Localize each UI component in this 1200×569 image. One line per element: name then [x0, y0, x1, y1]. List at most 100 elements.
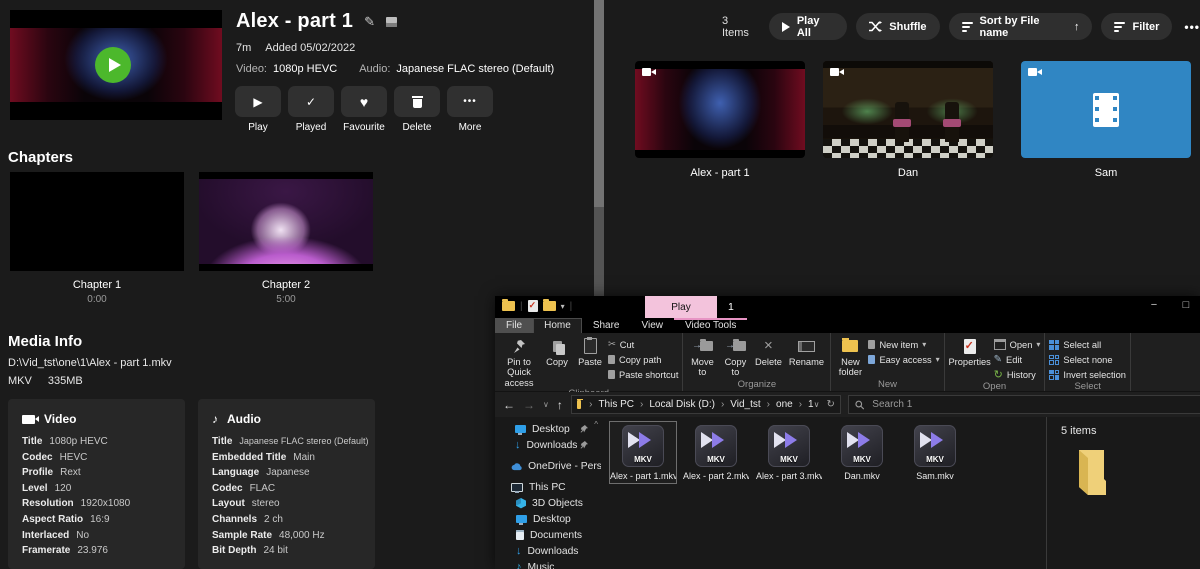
media-poster[interactable] [10, 10, 222, 120]
edit-metadata-icon[interactable]: ✎ [364, 14, 375, 30]
favourite-button[interactable]: ♥ Favourite [341, 86, 387, 133]
detail-panel-scrollbar-thumb[interactable] [594, 0, 604, 207]
mkv-file-icon: MKV [841, 425, 883, 467]
rename-button[interactable]: Rename [786, 335, 826, 367]
copy-path-button[interactable]: Copy path [608, 353, 678, 366]
breadcrumb-one[interactable]: one [776, 399, 793, 410]
play-button[interactable]: ▶ Play [235, 86, 281, 133]
paste-button[interactable]: Paste [575, 335, 605, 367]
breadcrumb-this-pc[interactable]: This PC [598, 399, 634, 410]
tab-home[interactable]: Home [533, 318, 582, 333]
library-item-sam[interactable]: Sam [1021, 61, 1191, 179]
easy-access-button[interactable]: Easy access ▾ [868, 353, 939, 366]
paste-shortcut-button[interactable]: Paste shortcut [608, 368, 678, 381]
info-row: Aspect Ratio16:9 [22, 514, 171, 525]
chapter-card-2[interactable]: Chapter 2 5:00 [199, 172, 373, 305]
pin-to-quick-access-button[interactable]: Pin to Quick access [499, 335, 539, 388]
tab-view[interactable]: View [631, 318, 675, 333]
file-alex-part-1[interactable]: MKV Alex - part 1.mkv [610, 422, 676, 483]
history-button[interactable]: ↻ History [994, 368, 1041, 381]
library-item-alex[interactable]: Alex - part 1 [635, 61, 805, 179]
pin-icon [513, 337, 526, 355]
sidebar-item-downloads-pinned[interactable]: ↓ Downloads [495, 437, 601, 453]
quick-access-toolbar: | ✓ ▾ | [502, 300, 572, 312]
delete-button[interactable]: × Delete [753, 335, 783, 367]
move-to-button[interactable]: → Move to [687, 335, 717, 378]
qat-dropdown-icon[interactable]: ▾ [561, 302, 565, 311]
poster-play-button[interactable] [95, 47, 131, 83]
cut-button[interactable]: ✂ Cut [608, 338, 678, 351]
search-box[interactable] [848, 395, 1200, 414]
properties-icon: ✓ [964, 337, 976, 355]
new-folder-icon [842, 337, 858, 355]
select-none-icon [1049, 355, 1059, 365]
back-button[interactable]: ← [503, 398, 515, 412]
select-all-button[interactable]: Select all [1049, 338, 1126, 351]
recent-locations-dropdown[interactable]: ∨ [543, 400, 549, 409]
chapter-2-thumbnail[interactable] [199, 172, 373, 271]
delete-button[interactable]: Delete [394, 86, 440, 133]
library-item-thumbnail[interactable] [635, 61, 805, 158]
sidebar-item-onedrive[interactable]: OneDrive - Person [495, 458, 601, 474]
library-item-thumbnail[interactable] [1021, 61, 1191, 158]
sidebar-item-documents[interactable]: Documents [495, 527, 601, 543]
sidebar-item-downloads[interactable]: ↓ Downloads [495, 543, 601, 559]
tab-share[interactable]: Share [582, 318, 631, 333]
info-row: Embedded TitleMain [212, 452, 361, 463]
new-item-button[interactable]: New item ▾ [868, 338, 939, 351]
edit-images-icon[interactable] [386, 17, 397, 27]
select-none-button[interactable]: Select none [1049, 353, 1126, 366]
sort-button[interactable]: Sort by File name ↑ [949, 13, 1093, 40]
breadcrumb-local-disk[interactable]: Local Disk (D:) [649, 399, 715, 410]
invert-selection-button[interactable]: Invert selection [1049, 368, 1126, 381]
refresh-icon[interactable]: ↻ [826, 399, 834, 410]
breadcrumb-vid-tst[interactable]: Vid_tst [730, 399, 760, 410]
forward-button[interactable]: → [523, 398, 535, 412]
sidebar-item-this-pc[interactable]: This PC [495, 479, 601, 495]
media-container-row: MKV 335MB [8, 375, 83, 387]
minimize-button[interactable]: − [1143, 299, 1165, 311]
file-dan[interactable]: MKV Dan.mkv [829, 422, 895, 483]
sidebar-item-music[interactable]: ♪ Music [495, 559, 601, 569]
library-more-button[interactable]: ••• [1184, 20, 1200, 34]
sidebar-item-3d-objects[interactable]: 3D Objects [495, 495, 601, 511]
tab-video-tools[interactable]: Video Tools [674, 318, 747, 333]
folder-icon[interactable] [502, 301, 515, 311]
copy-to-button[interactable]: → Copy to [720, 335, 750, 378]
filter-button[interactable]: Filter [1101, 13, 1172, 40]
chapter-time: 0:00 [10, 294, 184, 305]
address-dropdown-icon[interactable]: ∨ [814, 400, 820, 409]
check-icon: ✓ [306, 95, 316, 109]
up-button[interactable]: ↑ [557, 398, 563, 412]
tab-file[interactable]: File [495, 318, 533, 333]
properties-button[interactable]: ✓ Properties [949, 335, 991, 367]
copy-button[interactable]: Copy [542, 335, 572, 367]
info-row: Sample Rate48,000 Hz [212, 530, 361, 541]
explorer-titlebar[interactable]: | ✓ ▾ | Play 1 − □ [495, 296, 1200, 318]
library-item-dan[interactable]: Dan [823, 61, 993, 179]
shuffle-button[interactable]: Shuffle [856, 13, 939, 40]
file-alex-part-2[interactable]: MKV Alex - part 2.mkv [683, 422, 749, 483]
breadcrumb-field[interactable]: › This PC › Local Disk (D:) › Vid_tst › … [571, 395, 841, 414]
file-sam[interactable]: MKV Sam.mkv [902, 422, 968, 483]
open-button[interactable]: Open ▾ [994, 338, 1041, 351]
sidebar-item-desktop[interactable]: Desktop [495, 511, 601, 527]
audio-stream-value: Japanese FLAC stereo (Default) [396, 63, 554, 75]
play-all-button[interactable]: Play All [769, 13, 847, 40]
chapter-card-1[interactable]: Chapter 1 0:00 [10, 172, 184, 305]
new-folder-button[interactable]: New folder [835, 335, 865, 378]
library-item-thumbnail[interactable] [823, 61, 993, 158]
video-tools-contextual-header[interactable]: Play [645, 296, 717, 318]
played-button[interactable]: ✓ Played [288, 86, 334, 133]
properties-qat-icon[interactable]: ✓ [528, 300, 538, 312]
chapter-1-thumbnail[interactable] [10, 172, 184, 271]
search-input[interactable] [870, 398, 1194, 411]
edit-button[interactable]: ✎ Edit [994, 353, 1041, 366]
folder-icon[interactable] [543, 301, 556, 311]
maximize-button[interactable]: □ [1175, 299, 1197, 311]
large-folder-icon[interactable] [1066, 447, 1112, 508]
file-alex-part-3[interactable]: MKV Alex - part 3.mkv [756, 422, 822, 483]
more-button[interactable]: ••• More [447, 86, 493, 133]
sidebar-item-desktop-pinned[interactable]: Desktop [495, 421, 601, 437]
file-explorer-window: | ✓ ▾ | Play 1 − □ File Home Share View … [495, 296, 1200, 569]
